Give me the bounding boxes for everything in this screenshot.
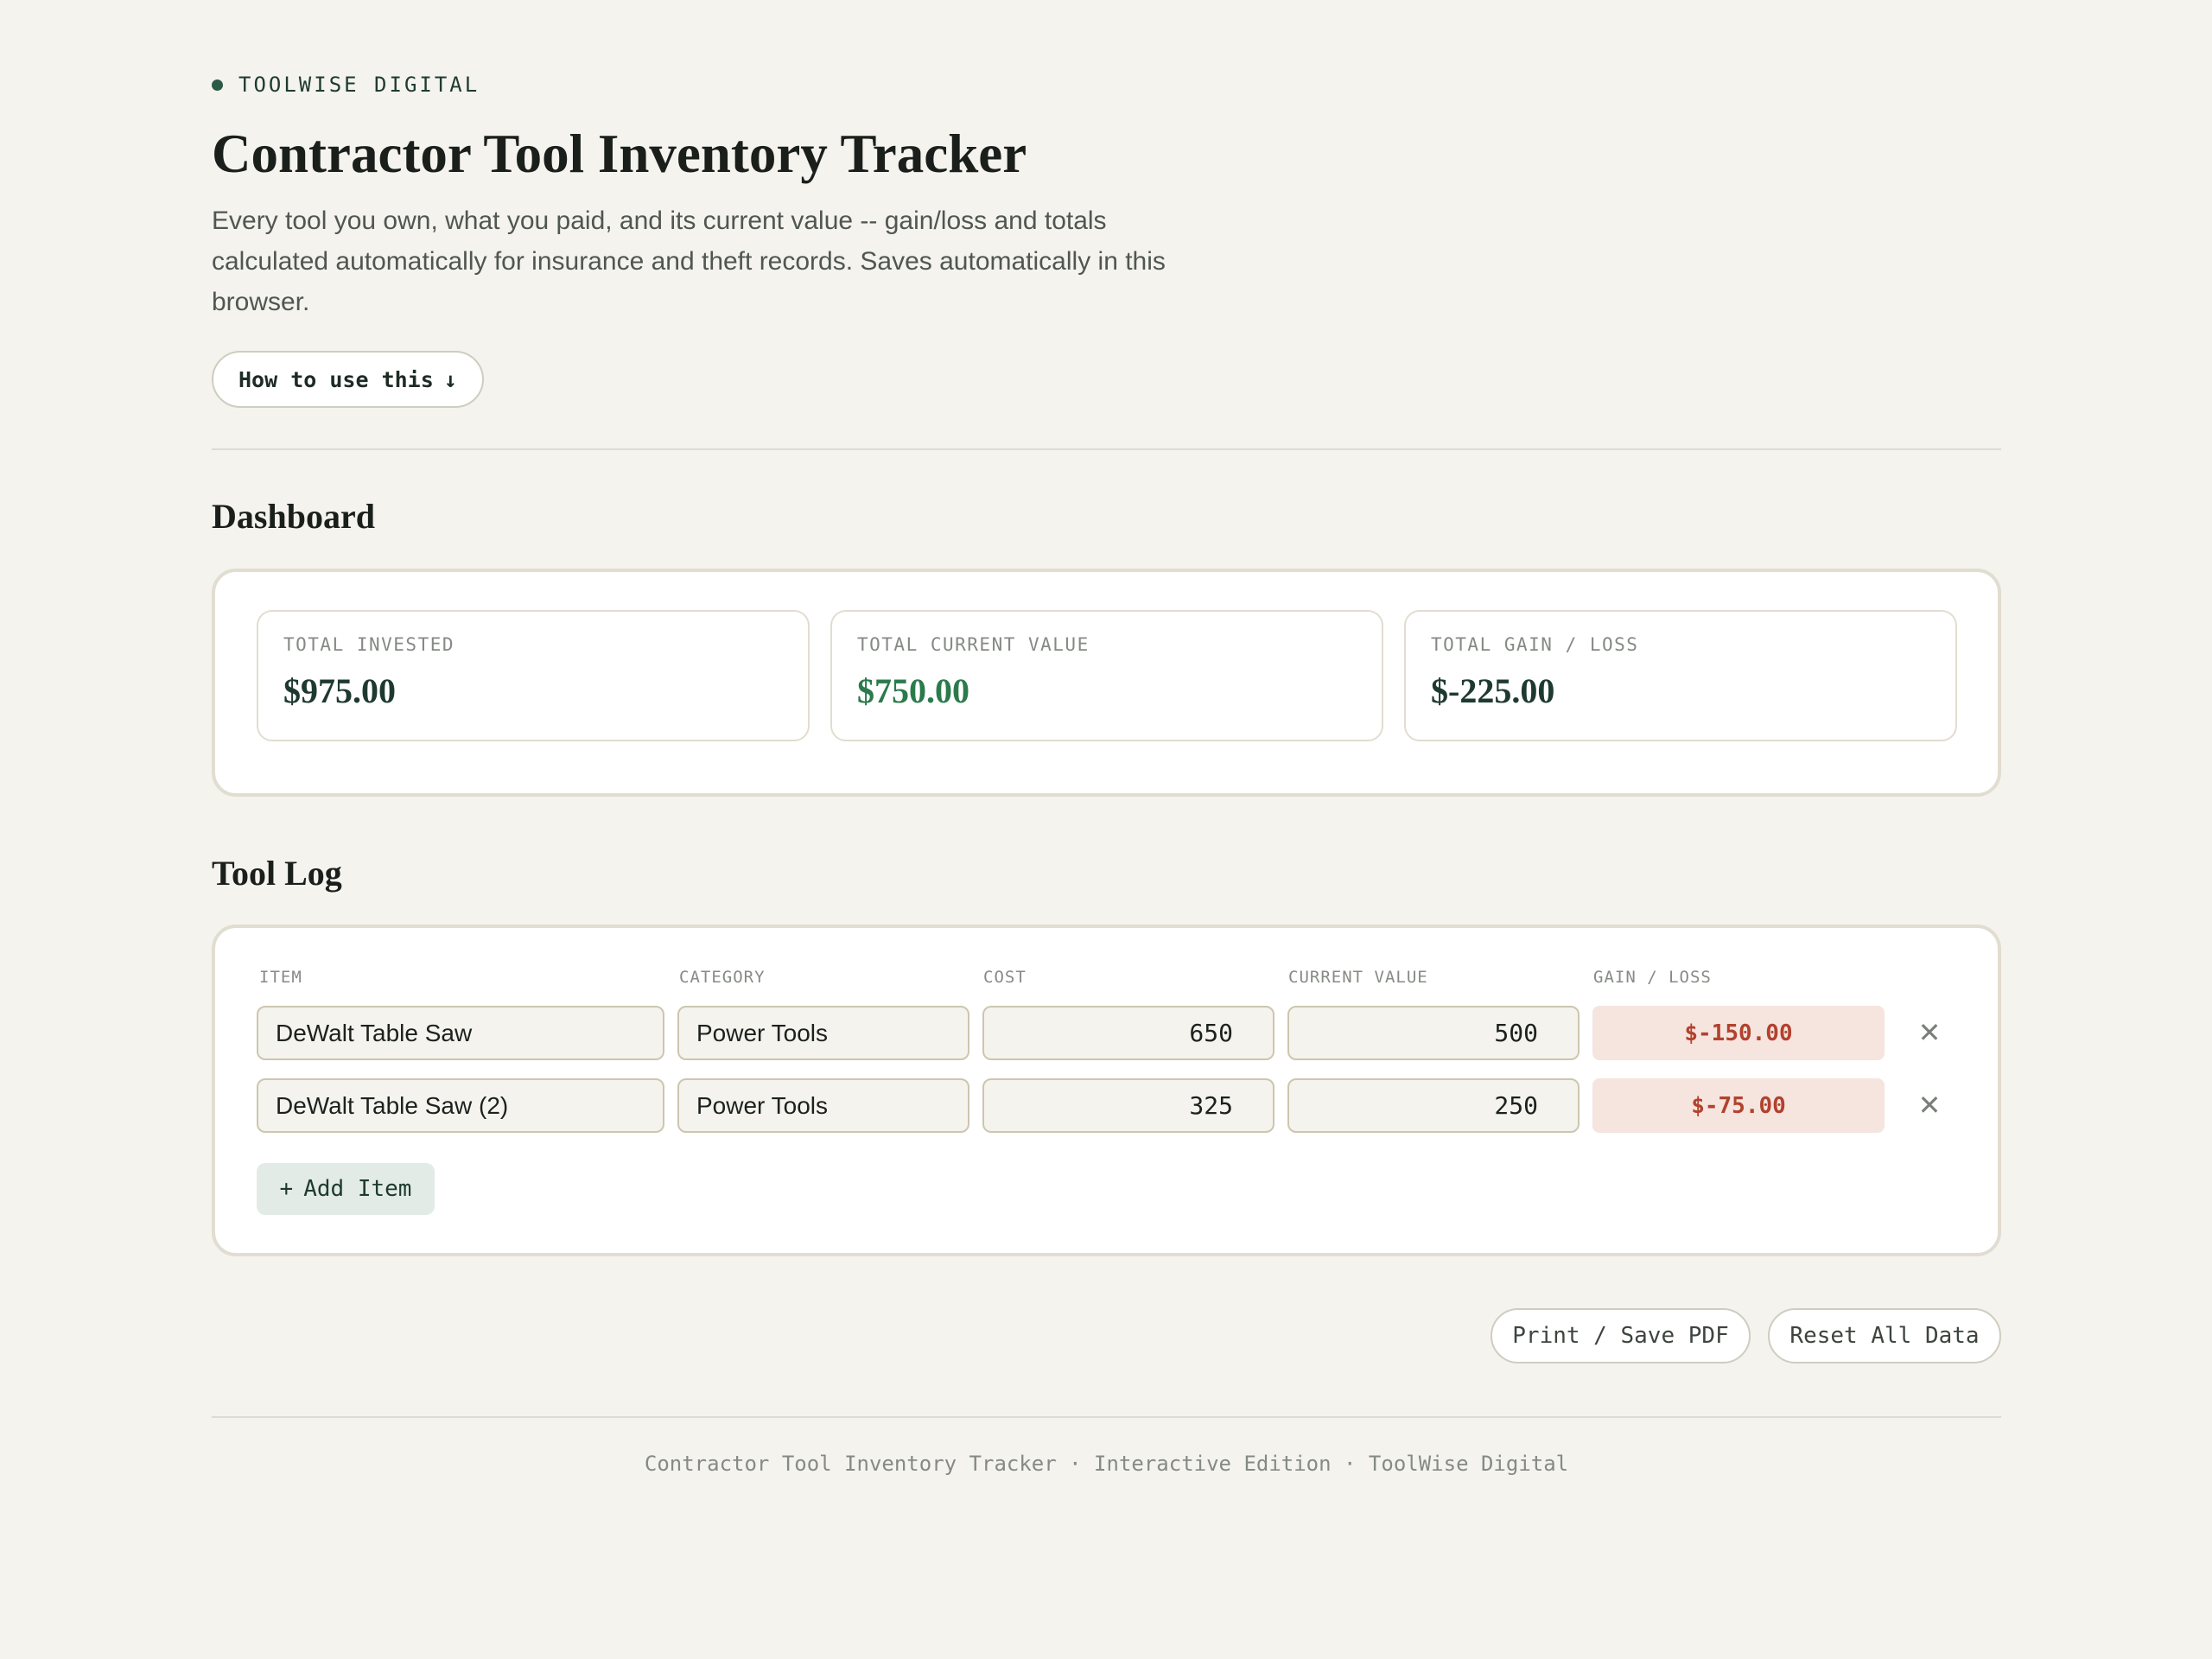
stat-value: $975.00 xyxy=(283,671,396,710)
cost-input[interactable] xyxy=(982,1078,1274,1133)
item-name-input[interactable] xyxy=(257,1078,664,1133)
item-name-input[interactable] xyxy=(257,1006,664,1060)
gain-loss-badge: $-150.00 xyxy=(1592,1006,1885,1060)
cost-input[interactable] xyxy=(982,1006,1274,1060)
current-value-input[interactable] xyxy=(1287,1078,1580,1133)
stat-card-total-gain-loss: TOTAL GAIN / LOSS $-225.00 xyxy=(1404,610,1957,741)
reset-all-data-button[interactable]: Reset All Data xyxy=(1768,1308,2001,1363)
stat-card-total-current-value: TOTAL CURRENT VALUE $750.00 xyxy=(830,610,1383,741)
stat-value: $750.00 xyxy=(857,671,969,710)
remove-row-icon[interactable]: ✕ xyxy=(1910,1086,1948,1124)
remove-row-icon[interactable]: ✕ xyxy=(1910,1014,1948,1052)
column-header-category: CATEGORY xyxy=(679,968,766,987)
stat-card-total-invested: TOTAL INVESTED $975.00 xyxy=(257,610,810,741)
dashboard-heading: Dashboard xyxy=(212,497,375,536)
add-item-label: Add Item xyxy=(303,1176,412,1202)
gain-loss-badge: $-75.00 xyxy=(1592,1078,1885,1133)
column-header-cost: COST xyxy=(983,968,1027,987)
add-item-button[interactable]: + Add Item xyxy=(257,1163,435,1215)
column-header-gain-loss: GAIN / LOSS xyxy=(1593,968,1712,987)
brand-dot-icon xyxy=(212,79,223,91)
page-title: Contractor Tool Inventory Tracker xyxy=(212,124,1027,184)
category-input[interactable] xyxy=(677,1078,969,1133)
footer-text: Contractor Tool Inventory Tracker · Inte… xyxy=(644,1452,1569,1476)
stat-label: TOTAL GAIN / LOSS xyxy=(1431,634,1639,655)
how-to-use-button[interactable]: How to use this ↓ xyxy=(212,351,484,408)
tool-log-heading: Tool Log xyxy=(212,854,342,893)
print-save-pdf-button[interactable]: Print / Save PDF xyxy=(1491,1308,1751,1363)
tool-log-panel: ITEM CATEGORY COST CURRENT VALUE GAIN / … xyxy=(212,925,2001,1256)
header-divider xyxy=(212,448,2001,450)
arrow-down-icon: ↓ xyxy=(443,366,457,392)
dashboard-panel: TOTAL INVESTED $975.00 TOTAL CURRENT VAL… xyxy=(212,569,2001,797)
category-input[interactable] xyxy=(677,1006,969,1060)
page-intro: Every tool you own, what you paid, and i… xyxy=(212,207,1166,316)
stat-label: TOTAL INVESTED xyxy=(283,634,455,655)
column-header-item: ITEM xyxy=(259,968,302,987)
brand: TOOLWISE DIGITAL xyxy=(212,73,480,97)
brand-name: TOOLWISE DIGITAL xyxy=(238,73,480,97)
column-header-current-value: CURRENT VALUE xyxy=(1288,968,1428,987)
how-to-use-label: How to use this xyxy=(238,366,434,392)
plus-icon: + xyxy=(279,1176,294,1202)
current-value-input[interactable] xyxy=(1287,1006,1580,1060)
stat-label: TOTAL CURRENT VALUE xyxy=(857,634,1090,655)
footer-divider xyxy=(212,1416,2001,1418)
stat-value: $-225.00 xyxy=(1431,671,1555,710)
